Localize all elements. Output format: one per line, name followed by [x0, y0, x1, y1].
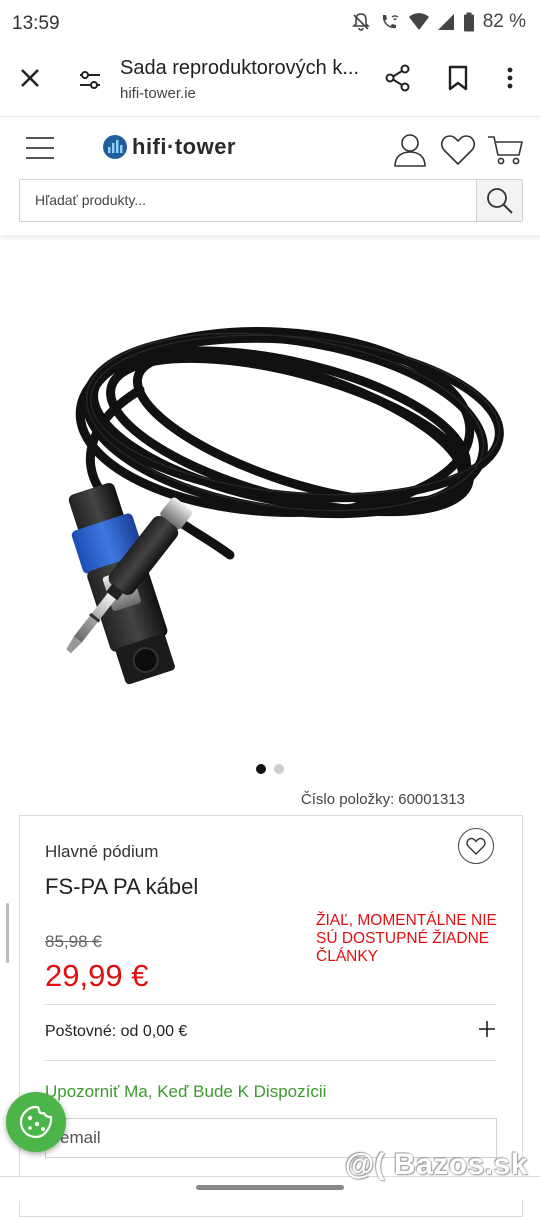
search-button[interactable]	[476, 180, 522, 221]
browser-toolbar: Sada reproduktorových k... hifi-tower.ie	[0, 48, 540, 116]
page-title[interactable]: Sada reproduktorových k...	[120, 57, 365, 80]
gallery-dot[interactable]	[256, 764, 266, 774]
cart-icon[interactable]	[486, 133, 524, 167]
user-icon[interactable]	[392, 131, 428, 169]
product-brand[interactable]: Hlavné pódium	[45, 842, 158, 862]
divider	[45, 1004, 497, 1005]
search-bar	[19, 179, 523, 222]
notify-availability-link[interactable]: Upozorniť Ma, Keď Bude K Dispozícii	[45, 1082, 326, 1102]
menu-icon[interactable]	[26, 137, 54, 159]
old-price: 85,98 €	[45, 932, 102, 951]
search-icon	[487, 188, 513, 214]
gallery-dot[interactable]	[274, 764, 284, 774]
battery-percent: 82 %	[482, 11, 526, 32]
heart-icon	[466, 837, 486, 855]
logo-text: hifi·tower	[132, 134, 236, 159]
gallery-dots	[256, 764, 284, 774]
status-bar: 13:59 82 %	[0, 0, 540, 48]
stock-notice: ŽIAĽ, MOMENTÁLNE NIE SÚ DOSTUPNÉ ŽIADNE …	[316, 912, 497, 965]
divider	[45, 1060, 497, 1061]
shipping-info: Poštovné: od 0,00 €	[45, 1023, 188, 1040]
site-header: hifi·tower	[0, 116, 540, 235]
site-logo[interactable]: hifi·tower	[102, 134, 236, 160]
expand-plus-icon[interactable]	[478, 1020, 496, 1038]
home-gesture-handle[interactable]	[196, 1185, 344, 1190]
wifi-call-icon	[379, 12, 401, 32]
tune-icon[interactable]	[74, 64, 106, 96]
product-image[interactable]	[40, 300, 510, 720]
edge-handle[interactable]	[6, 903, 9, 963]
search-input[interactable]	[20, 180, 470, 219]
logo-mark-icon	[103, 135, 127, 159]
heart-icon[interactable]	[440, 133, 476, 167]
page-url[interactable]: hifi-tower.ie	[120, 85, 196, 102]
cookie-icon	[19, 1105, 53, 1139]
item-number-value: 60001313	[398, 791, 465, 808]
item-number-label: Číslo položky:	[300, 791, 395, 808]
cookie-settings-button[interactable]	[6, 1092, 66, 1152]
watermark: @( Bazos.sk	[344, 1148, 528, 1181]
share-icon[interactable]	[383, 63, 413, 93]
bookmark-icon[interactable]	[444, 63, 472, 93]
status-time: 13:59	[12, 13, 60, 34]
wifi-icon	[408, 13, 429, 31]
current-price: 29,99 €	[45, 958, 149, 993]
mute-bell-icon	[351, 12, 371, 32]
status-icons: 82 %	[351, 11, 526, 33]
product-name: FS-PA PA kábel	[45, 874, 199, 899]
item-number: Číslo položky: 60001313	[301, 791, 465, 808]
close-icon[interactable]	[14, 62, 46, 94]
wishlist-button[interactable]	[458, 828, 494, 864]
more-vert-icon[interactable]	[500, 63, 520, 93]
signal-icon	[437, 13, 455, 31]
battery-icon	[463, 12, 475, 32]
